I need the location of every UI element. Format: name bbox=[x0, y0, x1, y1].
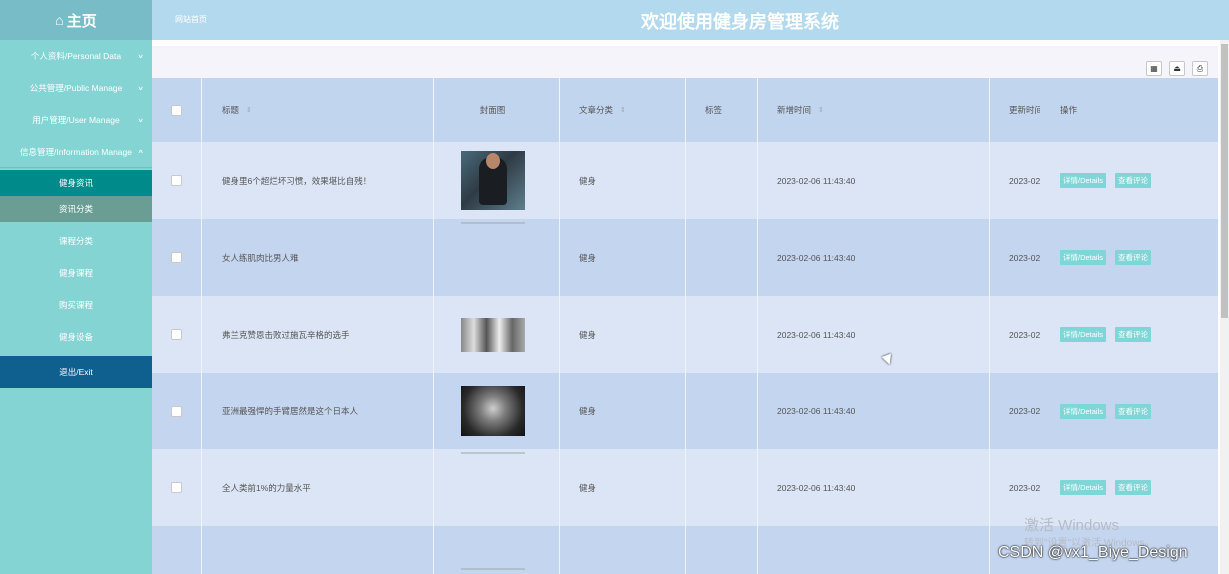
sidebar-item-user-manage[interactable]: 用户管理/User Manage ∨ bbox=[0, 104, 152, 136]
home-icon: ⌂ bbox=[55, 12, 64, 28]
site-home-link[interactable]: 网站首页 bbox=[175, 14, 207, 25]
table-row: 亚洲最强悍的手臂居然是这个日本人 健身 2023-02-06 11:43:40 … bbox=[152, 373, 1218, 449]
cover-image bbox=[460, 222, 525, 224]
sidebar-sub-news-category[interactable]: 资讯分类 bbox=[0, 196, 152, 222]
row-category: 健身 bbox=[560, 142, 686, 219]
row-updated: 2023-02 bbox=[1009, 252, 1040, 263]
chevron-down-icon: ∨ bbox=[137, 84, 144, 91]
sidebar-item-label: 个人资料/Personal Data bbox=[30, 51, 122, 61]
row-created: 2023-02-06 11:43:40 bbox=[758, 373, 990, 449]
row-title: 健身里6个超烂坏习惯，效果堪比自残！ bbox=[202, 142, 434, 219]
view-comments-button[interactable]: 查看评论 bbox=[1115, 480, 1152, 495]
view-comments-button[interactable]: 查看评论 bbox=[1115, 250, 1152, 265]
exit-button[interactable]: 退出/Exit bbox=[0, 356, 152, 388]
row-created: 2023-02-06 11:43:40 bbox=[758, 219, 990, 296]
vertical-scrollbar[interactable] bbox=[1220, 40, 1229, 574]
home-label: 主页 bbox=[66, 12, 97, 30]
sort-icon[interactable]: ⇕ bbox=[620, 106, 626, 114]
csdn-watermark: CSDN @vx1_Biye_Design bbox=[998, 544, 1188, 561]
view-comments-button[interactable]: 查看评论 bbox=[1115, 173, 1152, 188]
row-category: 健身 bbox=[560, 296, 686, 373]
details-button[interactable]: 详情/Details bbox=[1060, 173, 1107, 188]
col-tag: 标签 bbox=[705, 105, 723, 115]
sidebar-sub-fitness-course[interactable]: 健身课程 bbox=[0, 260, 152, 286]
details-button[interactable]: 详情/Details bbox=[1060, 403, 1107, 419]
sidebar-item-personal-data[interactable]: 个人资料/Personal Data ∨ bbox=[0, 40, 152, 72]
row-updated: 2023-02 bbox=[1009, 329, 1040, 340]
sort-icon[interactable]: ⇕ bbox=[818, 106, 824, 114]
sidebar-sub-fitness-news[interactable]: 健身资讯 bbox=[0, 170, 152, 196]
row-created: 2023-02-06 11:43:40 bbox=[758, 449, 990, 526]
cover-image bbox=[460, 151, 525, 210]
top-bar: ⌂ 主页 网站首页 欢迎使用健身房管理系统 bbox=[0, 0, 1229, 40]
table-header: 标题 ⇕ 封面图 文章分类 ⇕ 标签 新增时间 ⇕ 更新时间 操作 bbox=[152, 78, 1218, 142]
cover-image bbox=[460, 568, 525, 570]
details-button[interactable]: 详情/Details bbox=[1060, 250, 1107, 265]
sidebar-item-public-manage[interactable]: 公共管理/Public Manage ∨ bbox=[0, 72, 152, 104]
chevron-down-icon: ∨ bbox=[137, 52, 144, 59]
row-title: 女人练肌肉比男人难 bbox=[202, 219, 434, 296]
row-created: 2023-02-06 11:43:40 bbox=[758, 296, 990, 373]
row-updated: 2023-02 bbox=[1009, 406, 1040, 416]
col-updated[interactable]: 更新时间 bbox=[1009, 104, 1040, 116]
sidebar-sub-fitness-equipment[interactable]: 健身设备 bbox=[0, 324, 152, 350]
row-category: 健身 bbox=[560, 373, 686, 449]
windows-activation-watermark: 激活 Windows bbox=[1024, 517, 1120, 534]
sidebar-sub-purchase-course[interactable]: 购买课程 bbox=[0, 292, 152, 318]
sidebar-sub-course-category[interactable]: 课程分类 bbox=[0, 228, 152, 254]
row-category: 健身 bbox=[560, 449, 686, 526]
cover-image bbox=[460, 452, 525, 454]
row-tag bbox=[686, 373, 758, 449]
app-title: 欢迎使用健身房管理系统 bbox=[641, 12, 839, 32]
sidebar-item-label: 用户管理/User Manage bbox=[32, 115, 120, 125]
cover-image bbox=[460, 386, 525, 436]
row-category: 健身 bbox=[560, 219, 686, 296]
row-tag bbox=[686, 449, 758, 526]
row-checkbox[interactable] bbox=[171, 482, 182, 493]
view-comments-button[interactable]: 查看评论 bbox=[1115, 327, 1152, 342]
news-table: 标题 ⇕ 封面图 文章分类 ⇕ 标签 新增时间 ⇕ 更新时间 操作 健身里6个超烂坏习… bbox=[152, 78, 1218, 574]
chevron-down-icon: ∨ bbox=[137, 116, 144, 123]
col-created[interactable]: 新增时间 bbox=[777, 104, 811, 116]
row-title: 弗兰克赞恩击败过施瓦辛格的选手 bbox=[202, 296, 434, 373]
cover-image bbox=[460, 317, 525, 352]
chevron-up-icon: ∧ bbox=[137, 148, 144, 155]
export-icon[interactable]: ⏏ bbox=[1169, 61, 1185, 76]
row-tag bbox=[686, 296, 758, 373]
details-button[interactable]: 详情/Details bbox=[1060, 327, 1107, 342]
table-row: 健身里6个超烂坏习惯，效果堪比自残！ 健身 2023-02-06 11:43:4… bbox=[152, 142, 1218, 219]
col-category[interactable]: 文章分类 bbox=[579, 104, 613, 116]
col-cover: 封面图 bbox=[479, 105, 506, 115]
row-title: 全人类前1%的力量水平 bbox=[202, 449, 434, 526]
sidebar: 个人资料/Personal Data ∨ 公共管理/Public Manage … bbox=[0, 40, 152, 574]
col-ops: 操作 bbox=[1060, 105, 1078, 115]
sidebar-item-information-manage[interactable]: 信息管理/Information Manage ∧ bbox=[0, 136, 152, 168]
columns-icon[interactable]: ▦ bbox=[1146, 61, 1162, 76]
home-button[interactable]: ⌂ 主页 bbox=[0, 0, 152, 40]
sort-icon[interactable]: ⇕ bbox=[246, 106, 252, 114]
row-checkbox[interactable] bbox=[171, 329, 182, 340]
print-icon[interactable]: ⎙ bbox=[1192, 61, 1208, 76]
sidebar-item-label: 公共管理/Public Manage bbox=[29, 83, 123, 93]
row-title: 亚洲最强悍的手臂居然是这个日本人 bbox=[202, 373, 434, 449]
main-content: ▦ ⏏ ⎙ 标题 ⇕ 封面图 文章分类 ⇕ 标签 新增时间 ⇕ 更新时间 操作 健身里… bbox=[152, 40, 1220, 574]
select-all-checkbox[interactable] bbox=[171, 104, 182, 116]
row-updated: 2023-02 bbox=[1009, 175, 1040, 186]
row-created: 2023-02-06 11:43:40 bbox=[758, 142, 990, 219]
sidebar-item-label: 信息管理/Information Manage bbox=[20, 146, 132, 157]
row-tag bbox=[686, 142, 758, 219]
row-checkbox[interactable] bbox=[171, 252, 182, 263]
row-tag bbox=[686, 219, 758, 296]
table-row: 弗兰克赞恩击败过施瓦辛格的选手 健身 2023-02-06 11:43:40 2… bbox=[152, 296, 1218, 373]
row-checkbox[interactable] bbox=[171, 405, 182, 417]
col-title[interactable]: 标题 bbox=[222, 104, 239, 116]
table-toolbar: ▦ ⏏ ⎙ bbox=[152, 46, 1218, 78]
view-comments-button[interactable]: 查看评论 bbox=[1115, 403, 1152, 419]
table-row: 女人练肌肉比男人难 健身 2023-02-06 11:43:40 2023-02… bbox=[152, 219, 1218, 296]
row-checkbox[interactable] bbox=[171, 175, 182, 186]
details-button[interactable]: 详情/Details bbox=[1060, 480, 1107, 495]
